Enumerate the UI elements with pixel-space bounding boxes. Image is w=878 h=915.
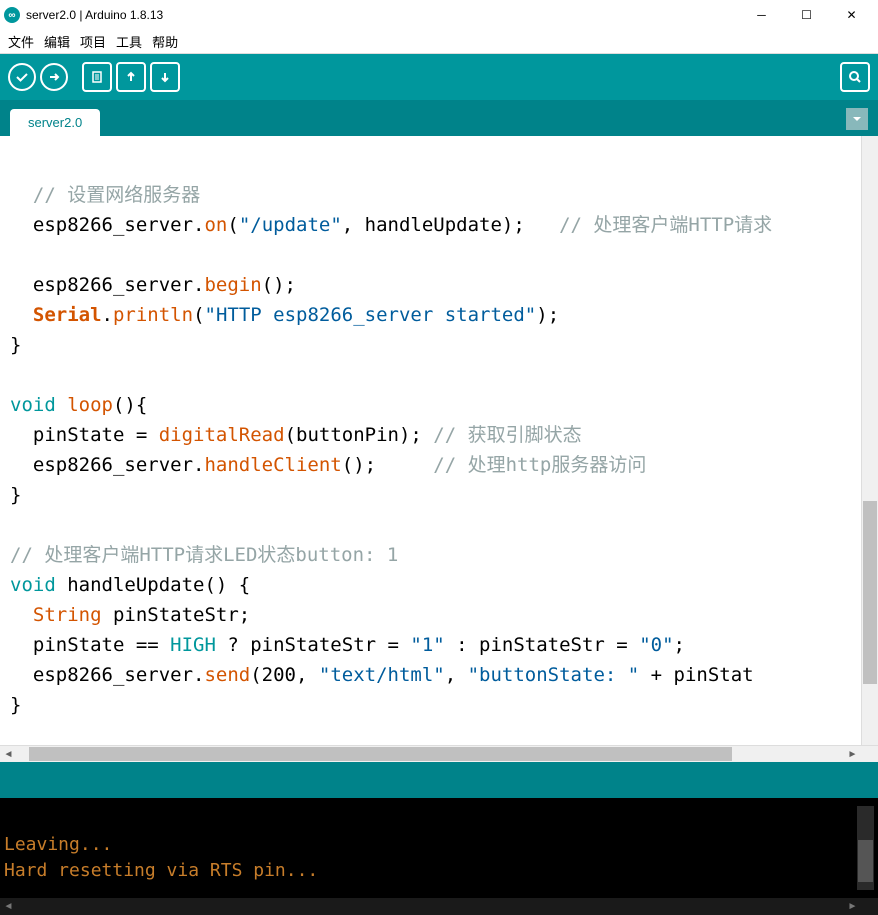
console-vertical-scrollbar[interactable] xyxy=(857,806,874,890)
menu-help[interactable]: 帮助 xyxy=(148,30,182,53)
scrollbar-thumb[interactable] xyxy=(863,501,877,684)
minimize-button[interactable]: ─ xyxy=(739,0,784,30)
serial-monitor-button[interactable] xyxy=(840,62,870,92)
scrollbar-thumb[interactable] xyxy=(29,747,732,761)
editor-area: // 设置网络服务器 esp8266_server.on("/update", … xyxy=(0,136,878,745)
output-console: Leaving... Hard resetting via RTS pin... xyxy=(0,798,878,898)
tab-menu-dropdown[interactable] xyxy=(846,108,868,130)
code-comment: // 设置网络服务器 xyxy=(10,184,200,206)
scroll-left-arrow[interactable]: ◄ xyxy=(0,898,17,915)
statusbar xyxy=(0,762,878,798)
save-sketch-button[interactable] xyxy=(150,62,180,92)
menu-sketch[interactable]: 项目 xyxy=(76,30,110,53)
maximize-button[interactable]: ☐ xyxy=(784,0,829,30)
console-line: Hard resetting via RTS pin... xyxy=(4,860,318,881)
editor-vertical-scrollbar[interactable] xyxy=(861,136,878,745)
tab-server2[interactable]: server2.0 xyxy=(10,109,100,136)
console-line: Leaving... xyxy=(4,834,112,855)
code-comment: // 处理客户端HTTP请求LED状态button: 1 xyxy=(10,544,398,566)
open-sketch-button[interactable] xyxy=(116,62,146,92)
console-horizontal-scrollbar[interactable]: ◄ ► xyxy=(0,898,878,915)
menu-edit[interactable]: 编辑 xyxy=(40,30,74,53)
menu-tools[interactable]: 工具 xyxy=(112,30,146,53)
verify-button[interactable] xyxy=(8,63,36,91)
menu-file[interactable]: 文件 xyxy=(4,30,38,53)
upload-button[interactable] xyxy=(40,63,68,91)
menubar: 文件 编辑 项目 工具 帮助 xyxy=(0,30,878,54)
toolbar xyxy=(0,54,878,100)
window-titlebar: server2.0 | Arduino 1.8.13 ─ ☐ ✕ xyxy=(0,0,878,30)
editor-horizontal-scrollbar[interactable]: ◄ ► xyxy=(0,745,878,762)
close-button[interactable]: ✕ xyxy=(829,0,874,30)
scroll-right-arrow[interactable]: ► xyxy=(844,898,861,915)
tabbar: server2.0 xyxy=(0,100,878,136)
window-title: server2.0 | Arduino 1.8.13 xyxy=(26,8,739,22)
new-sketch-button[interactable] xyxy=(82,62,112,92)
scroll-left-arrow[interactable]: ◄ xyxy=(0,746,17,762)
arduino-app-icon xyxy=(4,7,20,23)
code-editor[interactable]: // 设置网络服务器 esp8266_server.on("/update", … xyxy=(0,136,861,745)
scroll-right-arrow[interactable]: ► xyxy=(844,746,861,762)
